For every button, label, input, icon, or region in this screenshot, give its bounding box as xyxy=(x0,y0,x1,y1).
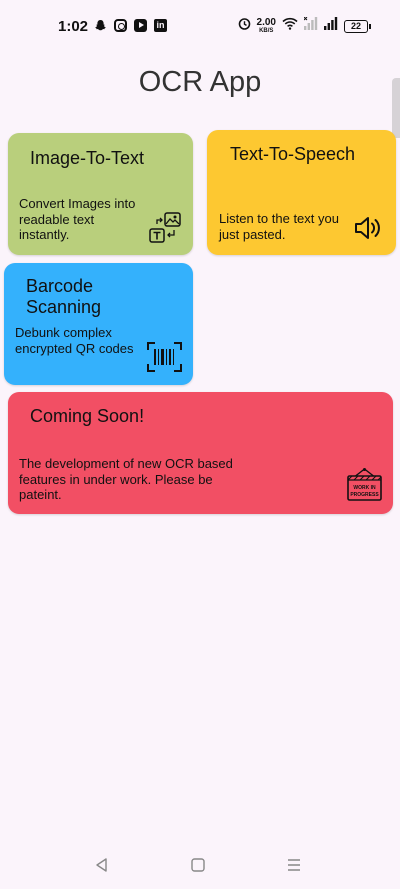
status-time: 1:02 xyxy=(58,18,89,35)
recents-icon[interactable] xyxy=(284,855,304,875)
snapchat-icon xyxy=(94,19,107,32)
barcode-scanning-card[interactable]: Barcode Scanning Debunk complex encrypte… xyxy=(4,263,193,385)
card-title: Image-To-Text xyxy=(30,148,145,168)
network-speed: 2.00 KB/S xyxy=(256,16,276,35)
system-icons: 2.00 KB/S 22 xyxy=(238,16,371,35)
page-title: OCR App xyxy=(138,66,262,98)
alarm-icon xyxy=(238,17,251,35)
card-title: Coming Soon! xyxy=(30,406,145,426)
card-description: Listen to the text you just pasted. xyxy=(219,211,339,242)
coming-soon-card[interactable]: Coming Soon! The development of new OCR … xyxy=(8,392,393,514)
instagram-icon xyxy=(114,19,127,32)
card-title: Barcode Scanning xyxy=(26,276,102,317)
youtube-icon xyxy=(134,19,147,32)
linkedin-icon: in xyxy=(154,19,167,32)
notification-icons: in xyxy=(94,19,167,32)
svg-text:PROGRESS: PROGRESS xyxy=(350,492,379,498)
wifi-icon xyxy=(282,17,298,35)
speaker-icon xyxy=(353,214,383,242)
system-nav-bar xyxy=(0,845,400,889)
text-to-speech-card[interactable]: Text-To-Speech Listen to the text you ju… xyxy=(207,130,396,255)
back-icon[interactable] xyxy=(92,855,112,875)
card-description: Convert Images into readable text instan… xyxy=(19,196,136,242)
home-icon[interactable] xyxy=(188,855,208,875)
network-speed-unit: KB/S xyxy=(259,27,274,34)
network-speed-value: 2.00 xyxy=(256,16,276,28)
work-in-progress-icon: WORK IN PROGRESS xyxy=(346,467,383,503)
svg-text:WORK IN: WORK IN xyxy=(353,485,376,491)
card-description: The development of new OCR based feature… xyxy=(19,456,233,502)
card-title: Text-To-Speech xyxy=(230,144,356,164)
image-to-text-card[interactable]: Image-To-Text Convert Images into readab… xyxy=(8,133,193,255)
signal-icon xyxy=(324,17,338,35)
battery-icon: 22 xyxy=(344,19,371,33)
status-bar: 1:02 in 2.00 KB/S 22 xyxy=(0,0,400,52)
barcode-icon xyxy=(147,342,182,372)
image-to-text-icon xyxy=(148,212,182,244)
signal-icon xyxy=(303,16,318,35)
card-description: Debunk complex encrypted QR codes xyxy=(15,325,134,356)
